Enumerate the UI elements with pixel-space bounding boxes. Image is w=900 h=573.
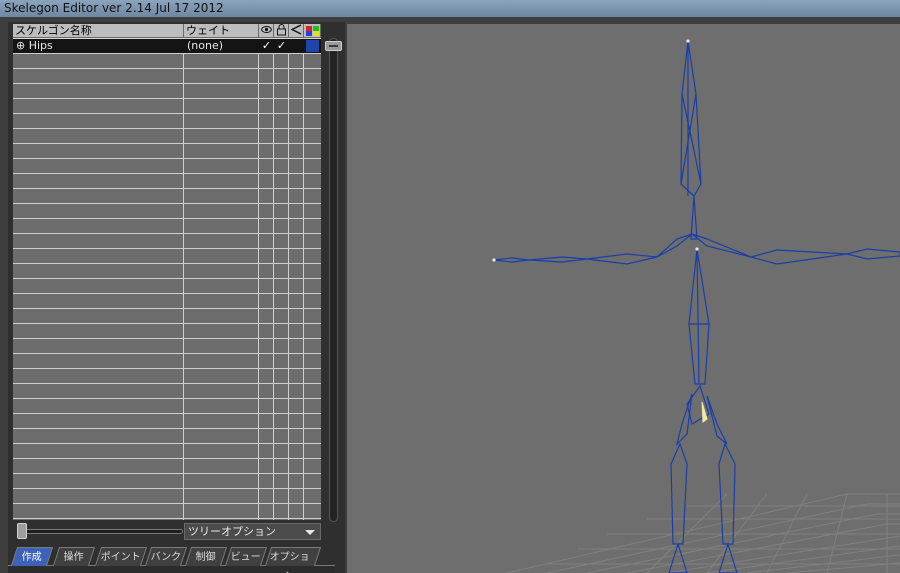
tab-create[interactable]: 作成 (10, 547, 54, 566)
skelegon-color[interactable] (306, 40, 319, 52)
skeleton-viewport-canvas[interactable] (347, 24, 900, 573)
column-divider (288, 39, 289, 520)
scrollbar-thumb[interactable] (325, 41, 342, 51)
skelegon-weight[interactable]: (none) (187, 39, 223, 53)
window-title: Skelegon Editor ver 2.14 Jul 17 2012 (0, 0, 900, 17)
lock-icon[interactable] (274, 24, 289, 38)
tab-operate[interactable]: 操作 (52, 547, 96, 566)
floor-grid (506, 493, 900, 573)
tab-options[interactable]: オプション (264, 547, 322, 573)
tab-control[interactable]: 制御 (184, 547, 228, 566)
skelegon-name[interactable]: ⊕ Hips (16, 39, 53, 53)
horizontal-slider[interactable] (17, 529, 183, 534)
column-divider (303, 39, 304, 520)
table-rows[interactable] (13, 39, 321, 520)
tab-point[interactable]: ポイント (94, 547, 148, 566)
tab-bar: 作成 操作 ポイント バンク 制御 ビュー オプション (10, 547, 322, 573)
skelegon-editor-window: Skelegon Editor ver 2.14 Jul 17 2012 スケル… (0, 0, 900, 573)
slider-thumb[interactable] (17, 523, 27, 539)
skelegon-table: スケルゴン名称 ウェイト ⊕ Hips (none) ✓ ✓ (13, 24, 321, 520)
bone-icon[interactable] (289, 24, 304, 38)
skeleton-bones (493, 40, 900, 573)
column-header-weight[interactable]: ウェイト (184, 24, 259, 38)
table-row[interactable]: ⊕ Hips (none) ✓ ✓ (13, 39, 321, 53)
visible-check[interactable]: ✓ (259, 39, 274, 53)
lock-check[interactable]: ✓ (274, 39, 289, 53)
column-header-name[interactable]: スケルゴン名称 (13, 24, 184, 38)
tab-bank[interactable]: バンク (144, 547, 188, 566)
column-divider (258, 39, 259, 520)
color-swatch-icon[interactable] (304, 24, 321, 38)
tree-options-dropdown[interactable]: ツリーオプション (184, 523, 321, 540)
eye-icon[interactable] (259, 24, 274, 38)
tab-view[interactable]: ビュー (224, 547, 268, 566)
column-divider (183, 39, 184, 520)
vertical-scrollbar[interactable] (329, 38, 338, 522)
column-divider (273, 39, 274, 520)
chevron-down-icon (305, 530, 315, 535)
tree-options-label: ツリーオプション (188, 525, 276, 538)
skeleton-joints (492, 39, 699, 262)
3d-viewport[interactable] (347, 24, 900, 573)
